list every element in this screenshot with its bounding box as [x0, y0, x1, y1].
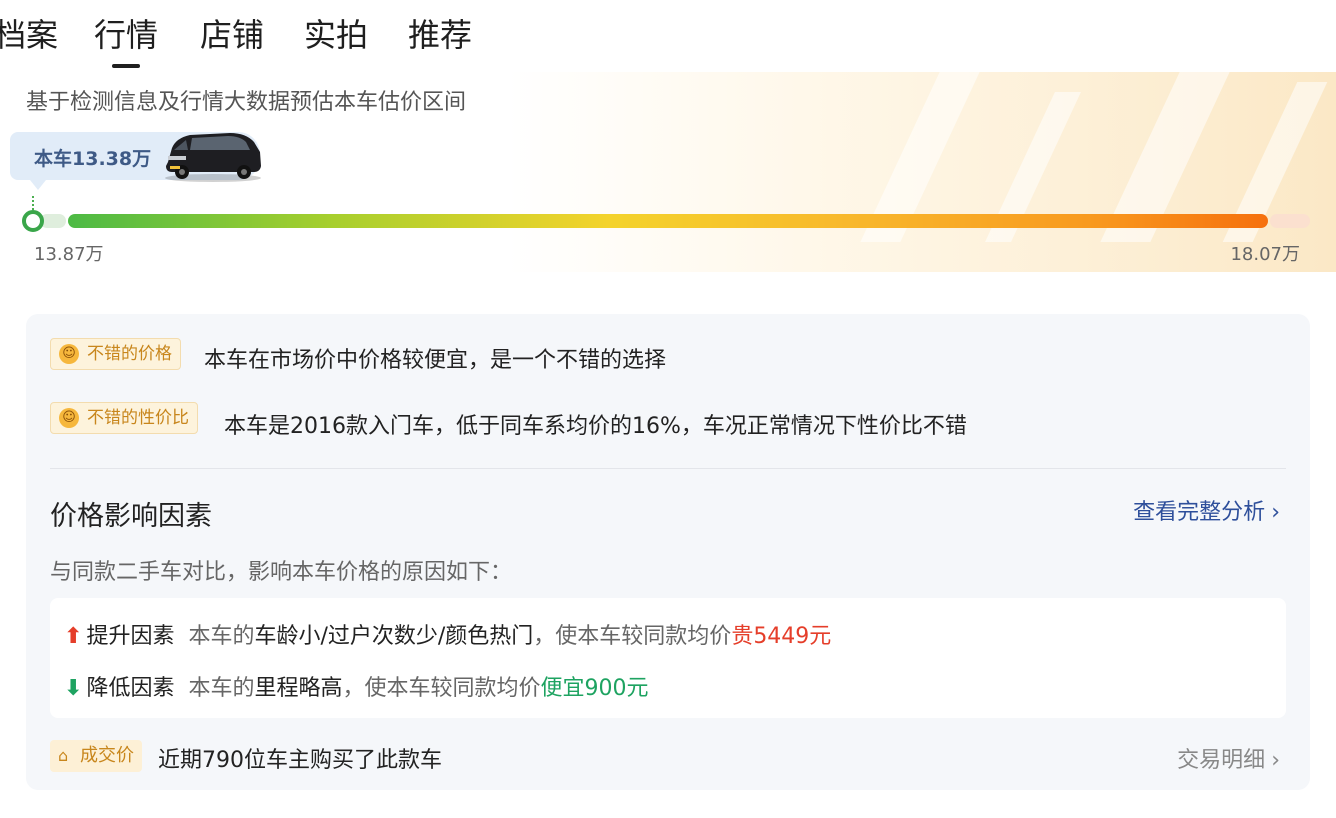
price-range-bar — [68, 214, 1268, 228]
rise-factor-prefix: 本车的 — [188, 624, 255, 649]
divider — [50, 468, 1286, 469]
fall-factor-middle: ，使本车较同款均价 — [342, 676, 541, 701]
fall-factor-label: 降低因素 — [86, 676, 175, 701]
car-price-marker — [22, 210, 44, 232]
factors-box: ⬆ 提升因素 本车的车龄小/过户次数少/颜色热门，使本车较同款均价贵5449元 ⬇ 降… — [50, 598, 1286, 718]
transaction-details-label: 交易明细 — [1177, 748, 1266, 773]
fall-factor-row: ⬇ 降低因素 本车的里程略高，使本车较同款均价便宜900元 — [64, 670, 649, 702]
rise-factor-items: 车龄小/过户次数少/颜色热门 — [254, 624, 534, 649]
rise-factor-middle: ，使本车较同款均价 — [533, 624, 732, 649]
deal-price-badge: ⌂ 成交价 — [50, 740, 142, 772]
smile-icon: ☺ — [59, 344, 79, 364]
range-max-label: 18.07万 — [1230, 244, 1300, 265]
price-factors-title: 价格影响因素 — [50, 501, 212, 532]
range-end-segment — [1270, 214, 1310, 228]
good-price-badge-label: 不错的价格 — [87, 344, 172, 364]
good-price-badge: ☺ 不错的价格 — [50, 338, 181, 370]
deal-price-badge-label: 成交价 — [80, 745, 134, 766]
good-price-text: 本车在市场价中价格较便宜，是一个不错的选择 — [204, 348, 667, 373]
tab-bar: 档案 行情 店铺 实拍 推荐 — [0, 0, 1336, 70]
tab-store[interactable]: 店铺 — [200, 14, 264, 56]
car-image — [165, 133, 261, 182]
transaction-details-link[interactable]: 交易明细 › — [1177, 742, 1280, 774]
estimate-subtitle: 基于检测信息及行情大数据预估本车估价区间 — [26, 90, 467, 115]
deal-summary-text: 近期790位车主购买了此款车 — [158, 748, 442, 773]
tab-archive[interactable]: 档案 — [0, 14, 58, 56]
rise-factor-result: 贵5449元 — [731, 624, 832, 649]
range-min-label: 13.87万 — [34, 244, 104, 265]
analysis-card — [26, 314, 1310, 790]
fall-factor-items: 里程略高 — [254, 676, 343, 701]
marker-dotted-line — [32, 196, 34, 210]
tab-recommend[interactable]: 推荐 — [408, 14, 472, 56]
arrow-up-icon: ⬆ — [64, 624, 83, 649]
chevron-right-icon: › — [1271, 748, 1280, 773]
fall-factor-prefix: 本车的 — [188, 676, 255, 701]
good-value-badge: ☺ 不错的性价比 — [50, 402, 198, 434]
car-price-label: 本车13.38万 — [34, 148, 152, 170]
good-value-text: 本车是2016款入门车，低于同车系均价的16%，车况正常情况下性价比不错 — [224, 414, 967, 439]
fall-factor-result: 便宜900元 — [540, 676, 649, 701]
chevron-right-icon: › — [1271, 500, 1280, 525]
full-analysis-link-label: 查看完整分析 — [1133, 500, 1266, 525]
tab-photos[interactable]: 实拍 — [304, 14, 368, 56]
arrow-down-icon: ⬇ — [64, 676, 83, 701]
good-value-badge-label: 不错的性价比 — [87, 408, 189, 428]
price-tag-icon: ⌂ — [58, 746, 69, 765]
rise-factor-row: ⬆ 提升因素 本车的车龄小/过户次数少/颜色热门，使本车较同款均价贵5449元 — [64, 618, 831, 650]
comparison-note: 与同款二手车对比，影响本车价格的原因如下： — [50, 560, 513, 585]
full-analysis-link[interactable]: 查看完整分析 › — [1133, 494, 1280, 526]
smile-icon: ☺ — [59, 408, 79, 428]
tab-market[interactable]: 行情 — [94, 14, 158, 68]
rise-factor-label: 提升因素 — [86, 624, 175, 649]
